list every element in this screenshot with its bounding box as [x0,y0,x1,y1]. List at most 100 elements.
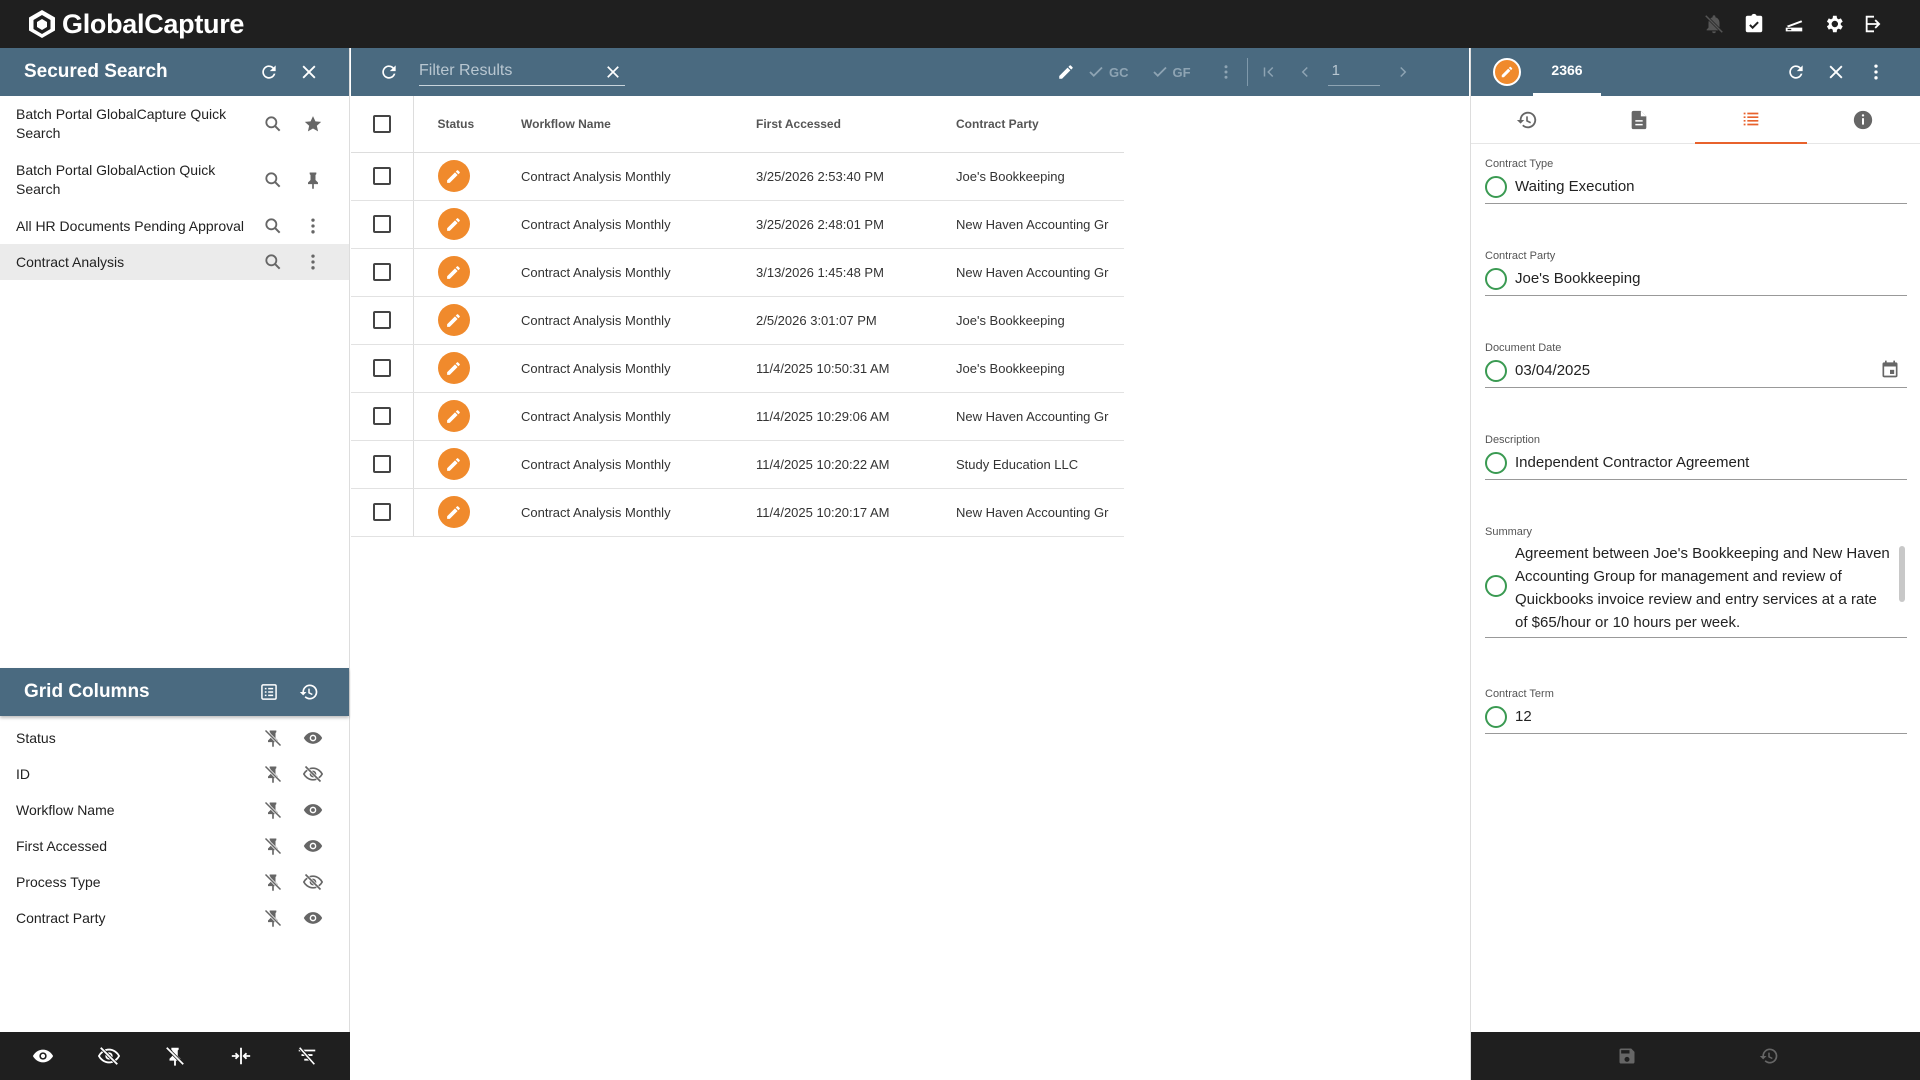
contract-type-input[interactable]: Waiting Execution [1485,172,1907,204]
row-checkbox[interactable] [372,407,391,425]
history-icon [1516,111,1537,129]
calendar-icon[interactable] [1879,358,1901,380]
visibility-icon[interactable] [293,720,333,756]
contract-term-input[interactable]: 12 [1485,702,1907,734]
settings-icon[interactable] [1814,4,1854,44]
show-all-icon[interactable] [23,1036,63,1076]
header-status[interactable]: Status [413,96,517,153]
brand[interactable]: GlobalCapture [26,8,244,40]
gf-button[interactable]: GF [1145,52,1197,92]
unpin-all-icon[interactable] [155,1036,195,1076]
page-number-input[interactable]: 1 [1327,58,1380,86]
unpin-icon[interactable] [253,792,293,828]
saved-search-item[interactable]: All HR Documents Pending Approval [0,208,349,244]
refresh-results-icon[interactable] [369,52,409,92]
column-list-icon[interactable] [249,672,289,712]
unpin-icon[interactable] [253,864,293,900]
saved-search-label: Batch Portal GlobalCapture Quick Search [16,106,227,141]
search-icon[interactable] [253,208,293,244]
saved-search-item[interactable]: Batch Portal GlobalCapture Quick Search [0,96,349,152]
tasks-icon[interactable] [1734,4,1774,44]
search-icon[interactable] [253,244,293,280]
refresh-icon[interactable] [249,52,289,92]
clear-filter-icon[interactable] [601,60,625,84]
table-row[interactable]: Contract Analysis Monthly 11/4/2025 10:20… [351,488,1124,537]
contract-party-input[interactable]: Joe's Bookkeeping [1485,264,1907,296]
summary-scrollbar[interactable] [1899,546,1905,602]
more-vert-icon[interactable] [293,208,333,244]
restore-icon[interactable] [289,672,329,712]
summary-textarea[interactable]: Agreement between Joe's Bookkeeping and … [1485,540,1907,638]
edit-status-icon[interactable] [437,352,470,384]
description-input[interactable]: Independent Contractor Agreement [1485,448,1907,480]
more-vert-icon[interactable] [1856,52,1896,92]
gc-button[interactable]: GC [1081,52,1135,92]
more-vert-icon[interactable] [293,244,333,280]
scanner-icon[interactable] [1774,4,1814,44]
star-icon[interactable] [293,106,333,142]
edit-status-icon[interactable] [437,256,470,288]
header-contract-party[interactable]: Contract Party [952,96,1124,153]
first-page-icon[interactable] [1254,52,1284,92]
visibility-icon[interactable] [293,900,333,936]
row-checkbox[interactable] [372,311,391,329]
tab-document[interactable] [1583,96,1695,144]
search-icon[interactable] [253,106,293,142]
document-date-input[interactable]: 03/04/2025 [1485,356,1907,388]
row-checkbox[interactable] [372,215,391,233]
edit-status-icon[interactable] [437,304,470,336]
tab-info[interactable] [1807,96,1919,144]
logout-icon[interactable] [1854,4,1894,44]
table-row[interactable]: Contract Analysis Monthly 3/13/2026 1:45:… [351,248,1124,297]
unpin-icon[interactable] [253,900,293,936]
saved-search-item[interactable]: Batch Portal GlobalAction Quick Search [0,152,349,208]
tab-fields[interactable] [1695,96,1807,144]
saved-search-item-selected[interactable]: Contract Analysis [0,244,349,280]
edit-status-icon[interactable] [437,448,470,480]
select-all-checkbox[interactable] [372,114,391,133]
tab-history[interactable] [1471,96,1583,144]
edit-status-icon[interactable] [437,160,470,192]
more-vert-icon[interactable] [1211,52,1241,92]
header-first-accessed[interactable]: First Accessed [752,96,952,153]
edit-status-icon[interactable] [437,400,470,432]
refresh-detail-icon[interactable] [1776,52,1816,92]
table-row[interactable]: Contract Analysis Monthly 3/25/2026 2:53:… [351,152,1124,201]
next-page-icon[interactable] [1388,52,1418,92]
row-select-cell [351,488,414,537]
close-detail-icon[interactable] [1816,52,1856,92]
table-row[interactable]: Contract Analysis Monthly 11/4/2025 10:50… [351,344,1124,393]
visibility-off-icon[interactable] [293,864,333,900]
unpin-icon[interactable] [253,720,293,756]
table-row[interactable]: Contract Analysis Monthly 11/4/2025 10:29… [351,392,1124,441]
revert-history-icon[interactable] [1753,1040,1785,1072]
edit-status-icon[interactable] [437,208,470,240]
visibility-icon[interactable] [293,828,333,864]
header-workflow-name[interactable]: Workflow Name [517,96,752,153]
row-checkbox[interactable] [372,503,391,521]
unpin-icon[interactable] [253,756,293,792]
filter-results-input[interactable] [419,58,599,84]
autosize-columns-icon[interactable] [221,1036,261,1076]
visibility-off-icon[interactable] [293,756,333,792]
row-checkbox[interactable] [372,263,391,281]
edit-status-icon[interactable] [437,496,470,528]
table-row[interactable]: Contract Analysis Monthly 11/4/2025 10:20… [351,440,1124,489]
document-id-tab[interactable]: 2366 [1533,48,1601,96]
row-checkbox[interactable] [372,455,391,473]
table-row[interactable]: Contract Analysis Monthly 2/5/2026 3:01:0… [351,296,1124,345]
table-row[interactable]: Contract Analysis Monthly 3/25/2026 2:48:… [351,200,1124,249]
close-icon[interactable] [289,52,329,92]
row-checkbox[interactable] [372,167,391,185]
pin-icon[interactable] [293,162,333,198]
save-icon[interactable] [1611,1040,1643,1072]
visibility-icon[interactable] [293,792,333,828]
notifications-off-icon[interactable] [1694,4,1734,44]
hide-all-icon[interactable] [89,1036,129,1076]
prev-page-icon[interactable] [1290,52,1320,92]
edit-button[interactable] [1051,52,1081,92]
search-icon[interactable] [253,162,293,198]
row-checkbox[interactable] [372,359,391,377]
clear-filters-icon[interactable] [287,1036,327,1076]
unpin-icon[interactable] [253,828,293,864]
